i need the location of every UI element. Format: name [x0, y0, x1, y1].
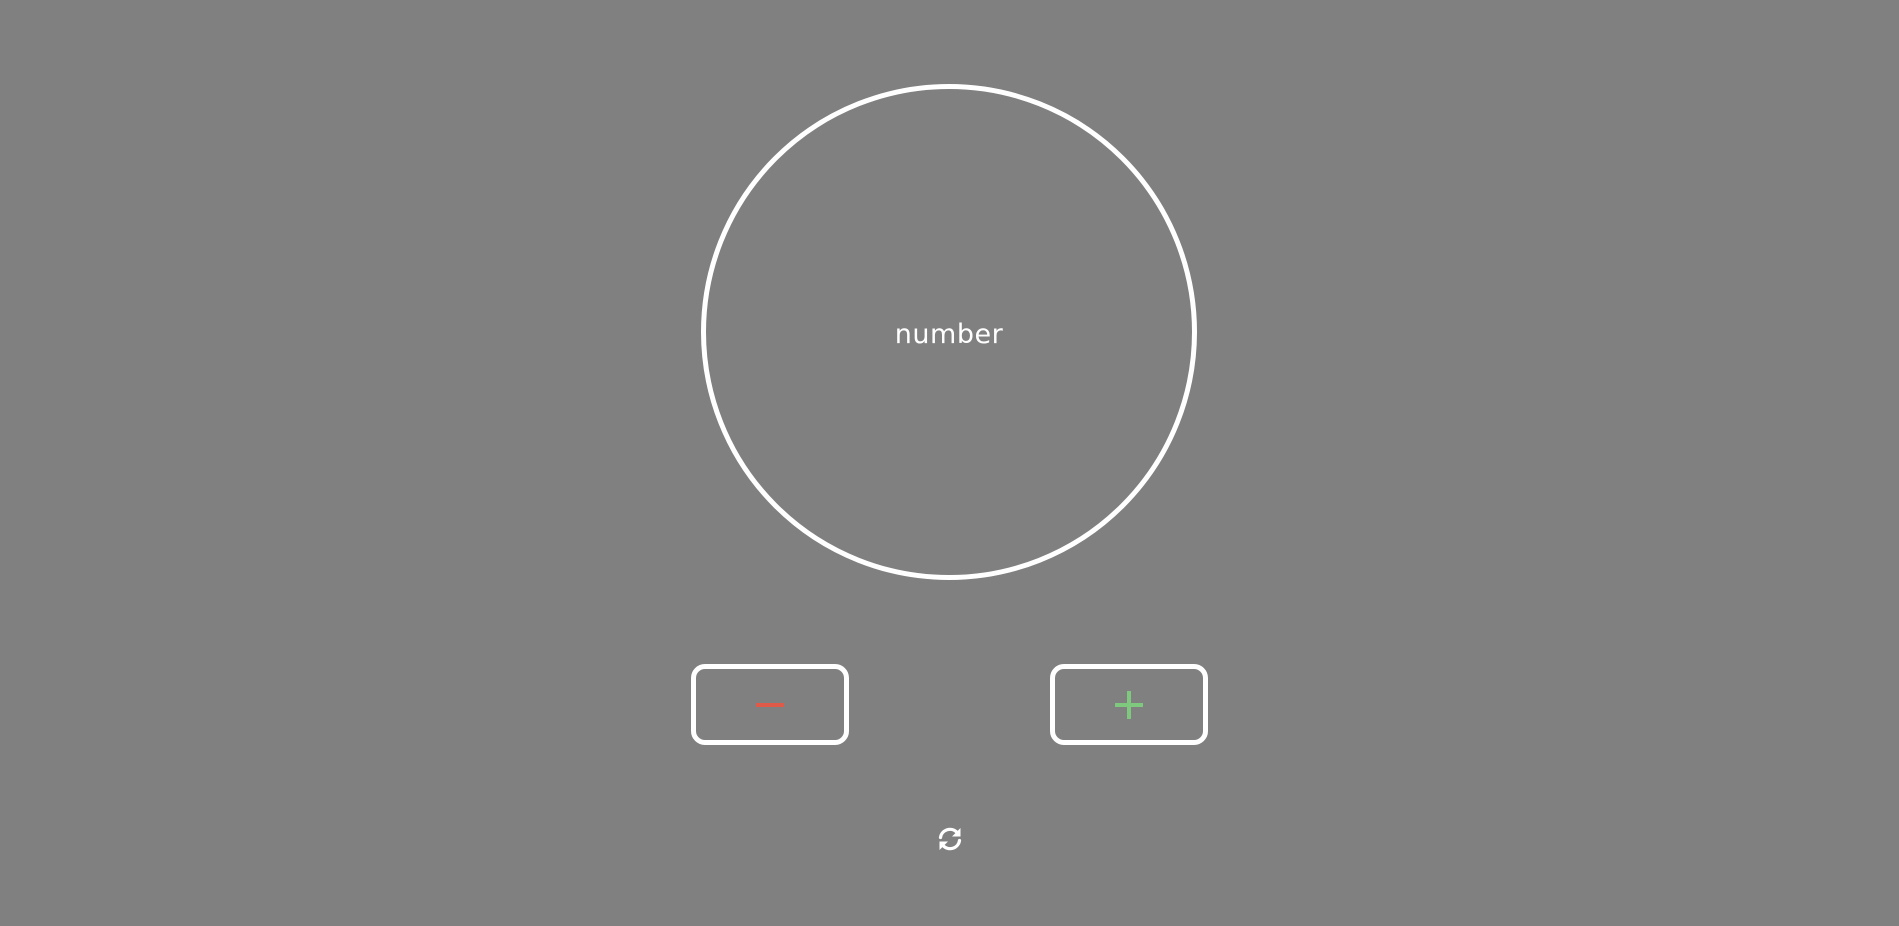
refresh-icon	[938, 827, 962, 851]
refresh-button[interactable]	[935, 824, 965, 854]
minus-icon	[756, 702, 784, 707]
decrement-button[interactable]	[691, 664, 849, 745]
counter-value: number	[894, 318, 1004, 350]
plus-icon	[1115, 690, 1143, 719]
counter-display: number	[701, 84, 1197, 580]
increment-button[interactable]	[1050, 664, 1208, 745]
